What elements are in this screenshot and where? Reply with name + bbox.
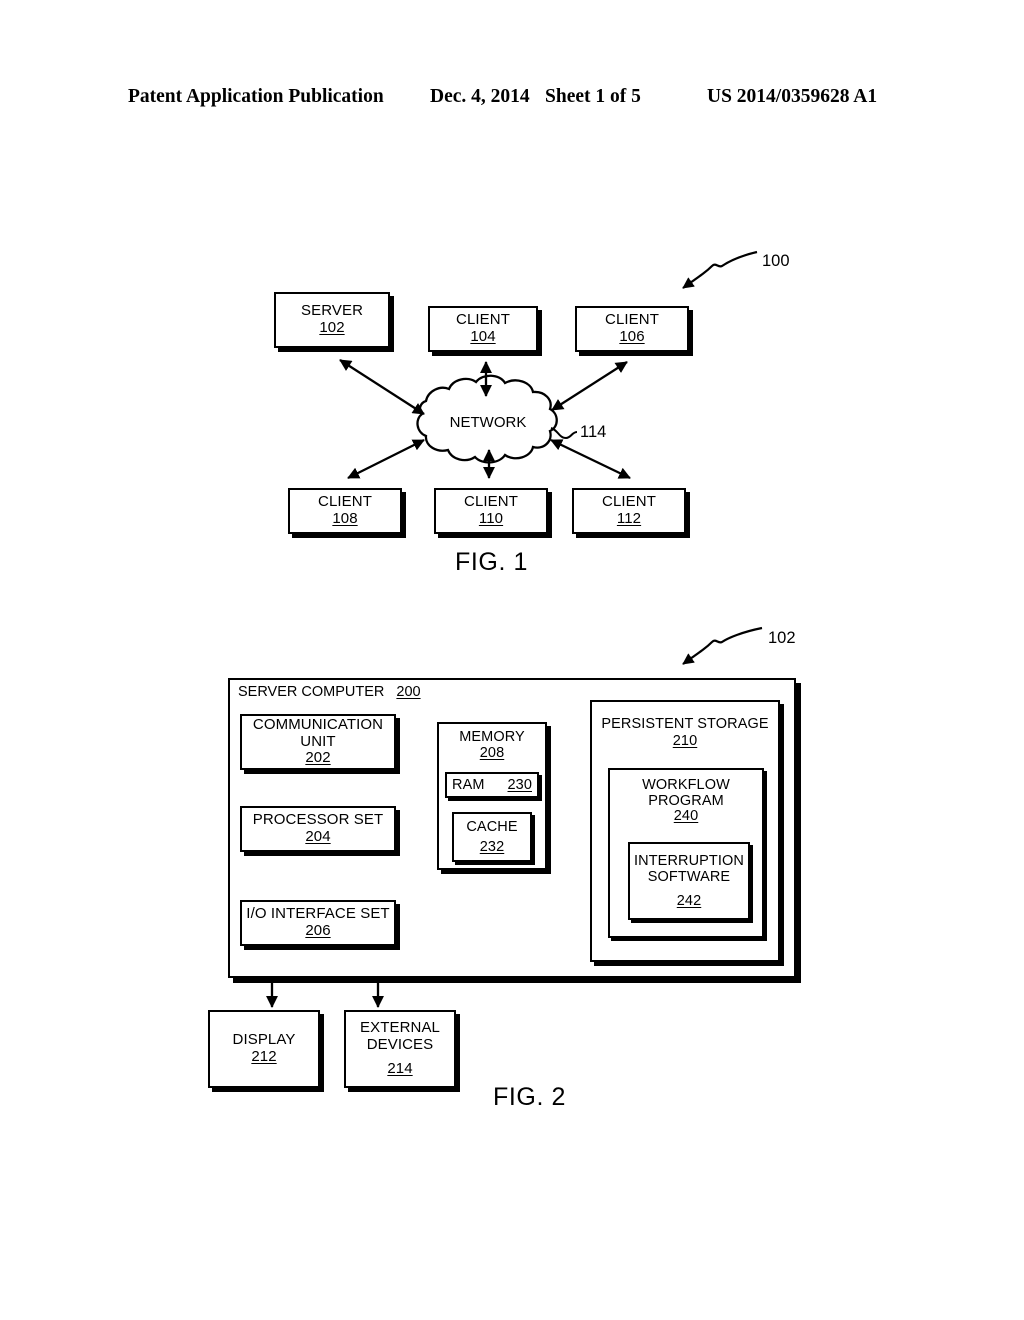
network-cloud-label: NETWORK	[449, 414, 527, 431]
block-label: PROCESSOR SET	[252, 811, 384, 829]
fig2-block-processor-set: PROCESSOR SET 204	[240, 806, 396, 852]
node-reference-number: 102	[319, 319, 345, 336]
block-reference-number: 206	[305, 922, 331, 939]
block-label-line2: SOFTWARE	[647, 868, 731, 885]
block-reference-number: 214	[387, 1060, 413, 1078]
figure-1-caption: FIG. 1	[455, 548, 529, 576]
memory-header: MEMORY 208	[439, 729, 545, 762]
node-label: CLIENT	[464, 493, 518, 511]
diagram-connectors	[266, 250, 763, 1008]
block-label: RAM	[452, 776, 485, 793]
fig2-block-io-interface-set: I/O INTERFACE SET 206	[240, 900, 396, 946]
block-reference-number: 210	[672, 732, 698, 749]
block-label-line1: EXTERNAL	[360, 1018, 440, 1036]
block-label: CACHE	[466, 818, 518, 835]
fig2-block-communication-unit: COMMUNICATION UNIT 202	[240, 714, 396, 770]
block-label-line1: COMMUNICATION	[252, 715, 384, 733]
fig2-block-cache: CACHE 232	[452, 812, 532, 862]
reference-numeral-100: 100	[762, 252, 790, 270]
node-label: CLIENT	[605, 311, 659, 329]
node-reference-number: 110	[478, 510, 504, 527]
reference-numeral-102: 102	[768, 629, 796, 647]
block-reference-number: 232	[479, 839, 505, 855]
container-label-text: SERVER COMPUTER	[238, 684, 385, 700]
fig1-node-server-102: SERVER 102	[274, 292, 390, 348]
fig2-block-interruption-software: INTERRUPTION SOFTWARE 242	[628, 842, 750, 920]
publication-header: Patent Application Publication Dec. 4, 2…	[0, 86, 1024, 112]
header-title: Patent Application Publication	[128, 86, 384, 107]
fig1-node-client-108: CLIENT 108	[288, 488, 402, 534]
node-label: CLIENT	[602, 493, 656, 511]
block-reference-number: 240	[673, 808, 699, 825]
header-sheet-number: Sheet 1 of 5	[545, 86, 641, 107]
block-label: I/O INTERFACE SET	[246, 905, 390, 923]
block-label: MEMORY	[459, 729, 525, 745]
block-label-line1: WORKFLOW	[642, 777, 730, 793]
fig1-node-client-104: CLIENT 104	[428, 306, 538, 352]
block-label-line2: UNIT	[300, 732, 336, 750]
block-label-line2: PROGRAM	[648, 792, 724, 809]
persistent-storage-header: PERSISTENT STORAGE 210	[592, 716, 778, 749]
header-date: Dec. 4, 2014	[430, 86, 530, 107]
node-reference-number: 106	[619, 328, 645, 345]
block-reference-number: 202	[305, 749, 331, 767]
node-label: CLIENT	[318, 493, 372, 511]
fig2-container-label: SERVER COMPUTER 200	[238, 684, 421, 700]
node-label: SERVER	[300, 302, 363, 320]
block-reference-number: 212	[251, 1048, 277, 1065]
block-label: PERSISTENT STORAGE	[601, 716, 769, 732]
workflow-program-header: WORKFLOW PROGRAM 240	[610, 777, 762, 825]
node-reference-number: 104	[470, 328, 496, 345]
header-publication-number: US 2014/0359628 A1	[707, 86, 878, 107]
fig2-block-display: DISPLAY 212	[208, 1010, 320, 1088]
block-label-line1: INTERRUPTION	[634, 852, 744, 869]
block-reference-number: 208	[479, 744, 505, 761]
node-label: CLIENT	[456, 311, 510, 329]
fig2-block-external-devices: EXTERNAL DEVICES 214	[344, 1010, 456, 1088]
fig1-node-client-110: CLIENT 110	[434, 488, 548, 534]
fig2-block-ram: RAM 230	[445, 772, 539, 798]
fig1-node-client-106: CLIENT 106	[575, 306, 689, 352]
reference-numeral-114: 114	[580, 423, 607, 441]
node-reference-number: 112	[616, 510, 642, 527]
node-reference-number: 108	[332, 510, 358, 527]
block-reference-number: 230	[507, 776, 532, 793]
block-reference-number: 242	[676, 893, 702, 910]
block-label-line2: DEVICES	[366, 1035, 434, 1053]
block-label: DISPLAY	[232, 1031, 296, 1049]
fig1-node-client-112: CLIENT 112	[572, 488, 686, 534]
block-reference-number: 204	[305, 828, 331, 845]
figure-2-caption: FIG. 2	[493, 1083, 567, 1111]
container-reference-number: 200	[396, 684, 421, 700]
